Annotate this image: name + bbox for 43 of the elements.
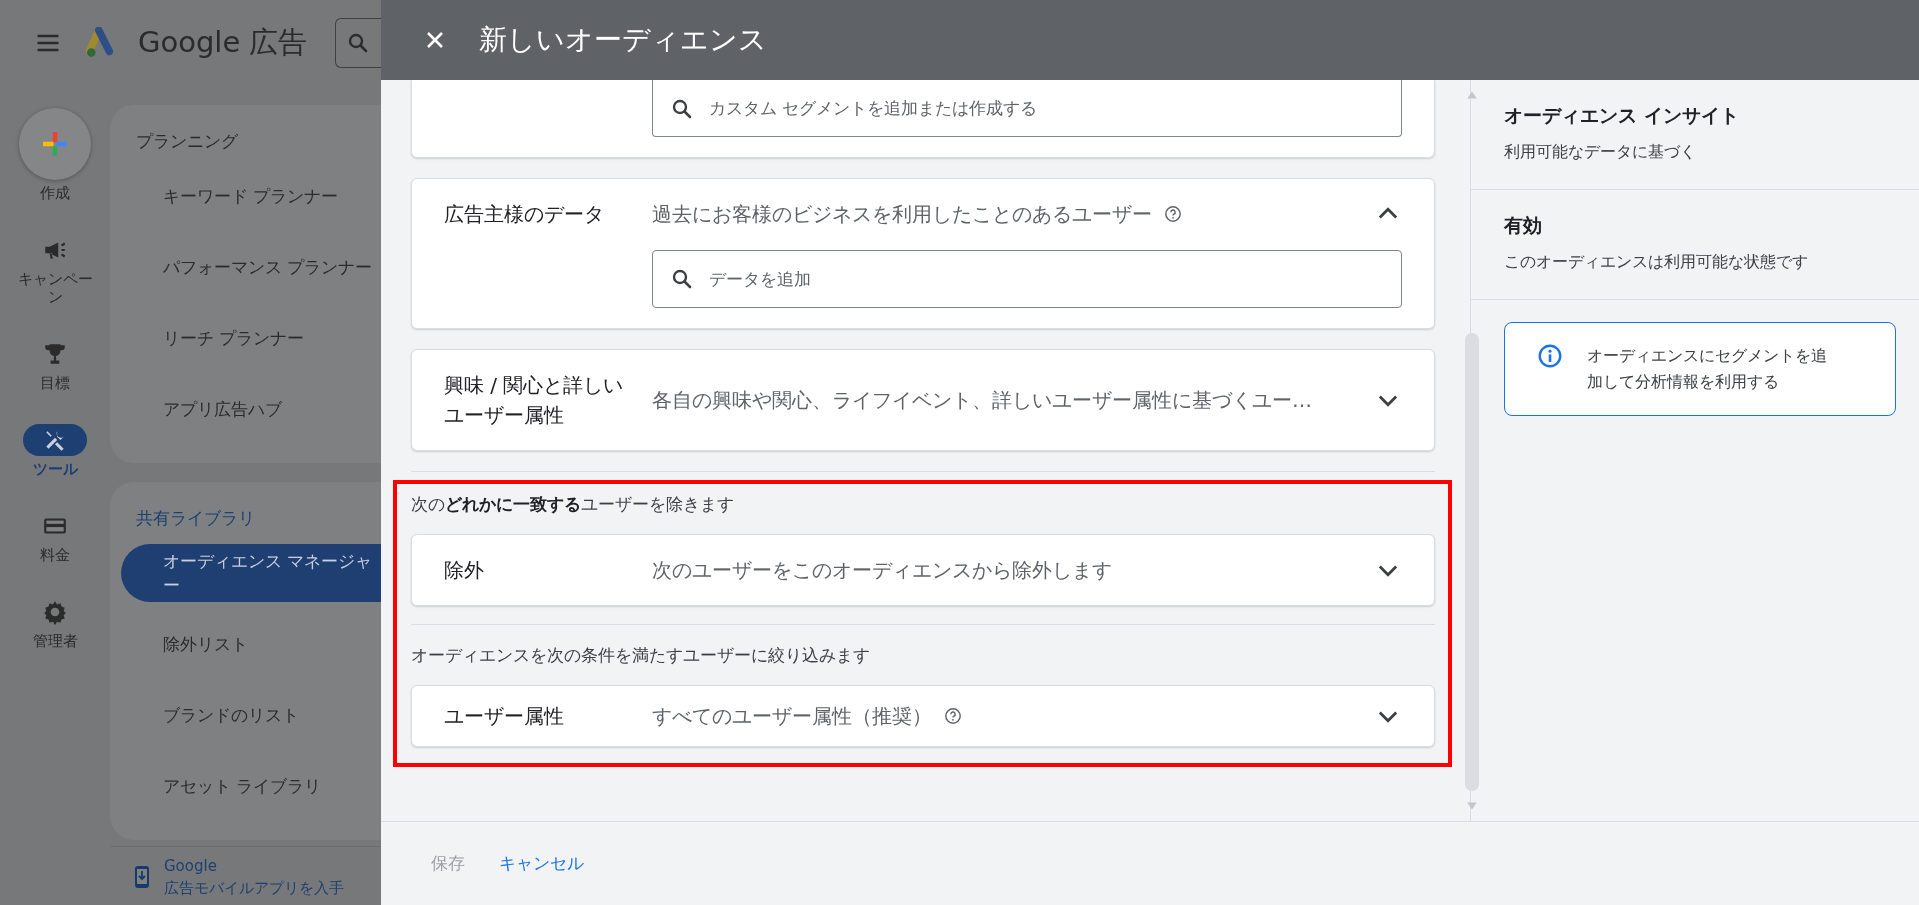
cancel-button[interactable]: キャンセル xyxy=(489,844,594,883)
nav-item[interactable]: オーディエンス マネージャー xyxy=(121,544,381,602)
section-note: オーディエンスを次の条件を満たすユーザーに絞り込みます xyxy=(411,644,871,667)
promo-link[interactable]: Google 広告モバイルアプリを入手 xyxy=(164,855,364,899)
rail-item[interactable]: ツール xyxy=(15,424,95,478)
segment-description: すべてのユーザー属性（推奨） xyxy=(652,702,932,730)
search-icon xyxy=(670,267,694,291)
search-field[interactable]: データを追加 xyxy=(652,250,1402,308)
rail-item[interactable]: 作成 xyxy=(15,108,95,202)
info-text: オーディエンスにセグメントを追加して分析情報を利用する xyxy=(1587,345,1828,393)
status-title: 有効 xyxy=(1504,213,1543,238)
nav-item[interactable]: 除外リスト xyxy=(110,615,381,673)
segment-title: ユーザー属性 xyxy=(444,703,565,730)
trophy-icon xyxy=(42,341,68,367)
segment-description: 各自の興味や関心、ライフイベント、詳しいユーザー属性に基づくユー… xyxy=(652,386,1312,414)
segment-description: 次のユーザーをこのオーディエンスから除外します xyxy=(652,556,1112,584)
rail-item[interactable]: キャンペーン xyxy=(15,234,95,306)
nav-item[interactable]: パフォーマンス プランナー xyxy=(110,238,381,296)
status-text: このオーディエンスは利用可能な状態です xyxy=(1504,251,1809,273)
section-title: 共有ライブラリ xyxy=(135,507,256,530)
segment-title: 除外 xyxy=(444,557,485,584)
search-field[interactable]: カスタム セグメントを追加または作成する xyxy=(652,80,1402,137)
panel-title: オーディエンス インサイト xyxy=(1504,103,1740,128)
segment-description: 過去にお客様のビジネスを利用したことのあるユーザー xyxy=(652,200,1152,228)
section-title: プランニング xyxy=(135,130,239,153)
nav-item[interactable]: リーチ プランナー xyxy=(110,309,381,367)
segment-title: 興味 / 関心と詳しいユーザー属性 xyxy=(444,372,625,429)
settings-icon xyxy=(42,599,68,625)
rail-item[interactable]: 目標 xyxy=(15,338,95,392)
nav-item[interactable]: アプリ広告ハブ xyxy=(110,380,381,438)
rail-item[interactable]: 料金 xyxy=(15,510,95,564)
segment-title: 広告主様のデータ xyxy=(444,201,605,228)
rail-item[interactable]: 管理者 xyxy=(15,596,95,650)
search-icon xyxy=(670,97,694,121)
section-note: 次のどれかに一致するユーザーを除きます xyxy=(411,493,735,516)
phone-download-icon xyxy=(134,864,150,890)
product-name: Google 広告 xyxy=(138,24,308,61)
dialog-title: 新しいオーディエンス xyxy=(479,22,767,58)
nav-item[interactable]: キーワード プランナー xyxy=(110,167,381,225)
info-icon xyxy=(1537,343,1563,369)
nav-item[interactable]: ブランドのリスト xyxy=(110,686,381,744)
nav-item[interactable]: アセット ライブラリ xyxy=(110,757,381,815)
panel-subtitle: 利用可能なデータに基づく xyxy=(1504,141,1697,163)
